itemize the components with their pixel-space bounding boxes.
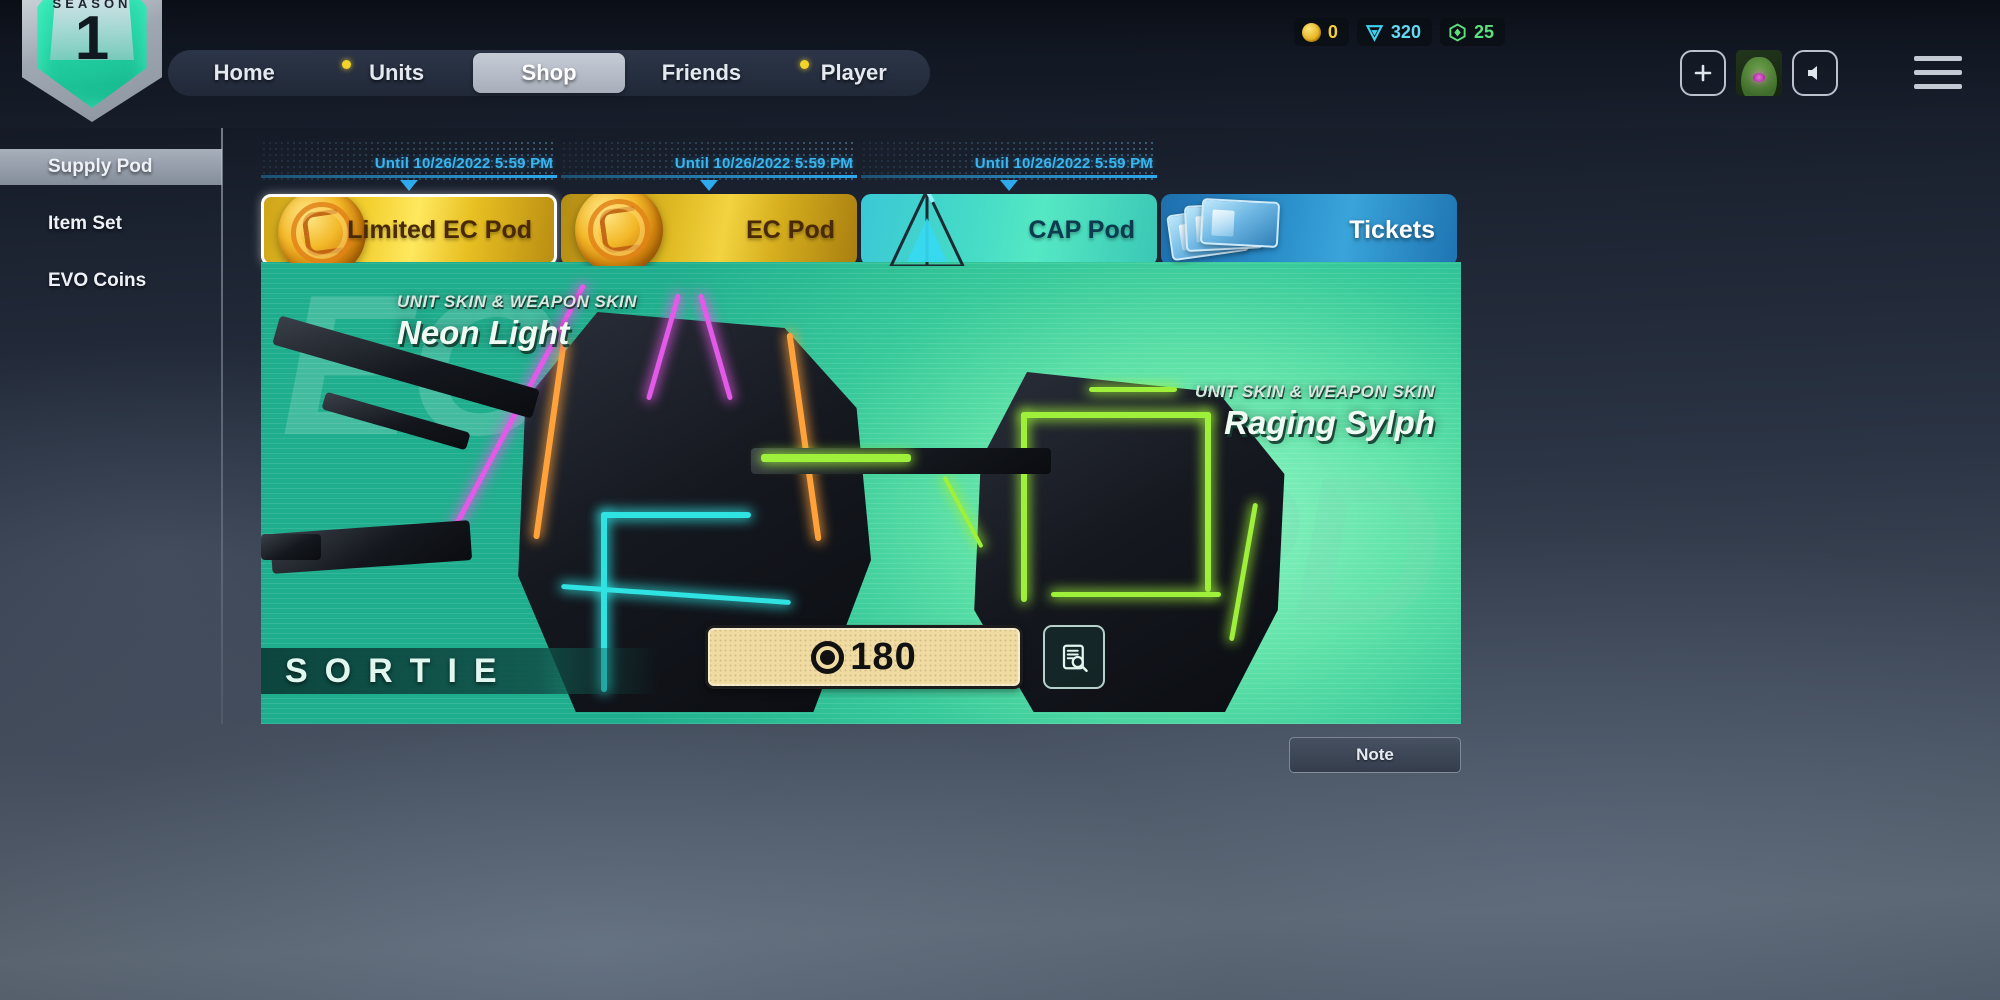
pod-tab-ec-pod[interactable]: EC Pod (561, 194, 857, 266)
pod-tab-tickets[interactable]: Tickets (1161, 194, 1457, 266)
pod-tab-limited-ec-pod[interactable]: Limited EC Pod (261, 194, 557, 266)
nav-label-friends: Friends (661, 60, 742, 85)
pod-tab-column-limited-ec-pod: Until 10/26/2022 5:59 PM Limited EC Pod (261, 140, 557, 266)
add-button[interactable] (1680, 50, 1726, 96)
gatling-barrel (261, 534, 321, 560)
ticket-cards-icon (1166, 197, 1287, 262)
sidebar-label-evo-coins: EVO Coins (48, 270, 147, 291)
menu-icon-bar (1914, 84, 1962, 89)
promo-banner[interactable]: EC PD UNIT SKIN & WEAPON SKIN Neon Light (261, 262, 1461, 724)
nav-label-home: Home (213, 60, 275, 85)
pod-tab-arrow-icon (400, 180, 418, 191)
pod-tab-cap-pod[interactable]: CAP Pod (861, 194, 1157, 266)
pod-tab-column-tickets: Tickets (1161, 140, 1457, 266)
nav-item-player[interactable]: Player (778, 50, 930, 96)
nav-item-friends[interactable]: Friends (625, 50, 777, 96)
nav-item-shop[interactable]: Shop (472, 53, 626, 93)
pod-tab-label-ec-pod: EC Pod (746, 215, 835, 244)
top-actions (1680, 50, 1838, 96)
pod-tab-label-cap-pod: CAP Pod (1028, 215, 1136, 244)
pod-tab-column-cap-pod: Until 10/26/2022 5:59 PM CAP Pod (861, 140, 1157, 266)
main-nav: Home Units Shop Friends Player (168, 50, 930, 96)
mech-glow-line (1051, 592, 1221, 597)
currency-gold-value: 0 (1327, 21, 1338, 42)
pod-tab-header: Until 10/26/2022 5:59 PM (561, 140, 857, 191)
gold-coin-icon (1301, 22, 1321, 42)
nav-item-units[interactable]: Units (320, 50, 472, 96)
pod-tab-arrow-icon (700, 180, 718, 191)
currency-bar: 0 320 25 (1293, 18, 1505, 46)
sortie-banner: SORTIE (261, 648, 659, 694)
ec-token-icon (811, 640, 845, 674)
top-bar: SEASON 1 Home Units Shop Friends Player (0, 0, 2000, 128)
note-button[interactable]: Note (1289, 737, 1461, 773)
shop-screen: SEASON 1 Home Units Shop Friends Player (0, 0, 2000, 1000)
magnify-list-icon (1062, 644, 1088, 672)
skin-label-neon-light: UNIT SKIN & WEAPON SKIN Neon Light (397, 292, 637, 352)
sidebar-label-supply-pod: Supply Pod (48, 156, 153, 177)
pod-tab-label-tickets: Tickets (1349, 215, 1435, 244)
sidebar-item-evo-coins[interactable]: EVO Coins (0, 263, 222, 299)
skin-label-raging-sylph: UNIT SKIN & WEAPON SKIN Raging Sylph (1195, 382, 1435, 442)
nav-item-home[interactable]: Home (168, 50, 320, 96)
notification-dot-icon (799, 60, 809, 69)
sidebar-label-item-set: Item Set (48, 213, 122, 234)
skin-kind-raging-sylph: UNIT SKIN & WEAPON SKIN (1194, 382, 1435, 401)
avatar-eye-icon (1753, 73, 1765, 82)
plus-icon (1694, 64, 1712, 82)
mech-glow-line (1021, 412, 1027, 602)
evo-coin-icon (1448, 22, 1467, 42)
pod-tab-rule (261, 175, 557, 178)
speaker-icon (1808, 66, 1817, 80)
currency-evo-value: 25 (1473, 21, 1494, 42)
purchase-price-button[interactable]: 180 (705, 625, 1023, 689)
cap-prism-icon (863, 194, 991, 266)
sidebar-divider (221, 128, 223, 724)
skin-name-neon-light: Neon Light (397, 314, 570, 351)
season-badge: SEASON 1 (22, 0, 162, 122)
notification-dot-icon (342, 60, 352, 69)
ec-coin-art (561, 194, 691, 266)
nav-label-shop: Shop (521, 60, 577, 85)
pod-tab-bar: Until 10/26/2022 5:59 PM Limited EC Pod … (261, 140, 1461, 266)
skin-kind-neon-light: UNIT SKIN & WEAPON SKIN (397, 292, 638, 311)
visor-glow (1089, 387, 1177, 392)
mech-glow-line (601, 512, 751, 518)
ec-crystal-icon (1365, 23, 1384, 42)
pod-tab-label-limited-ec-pod: Limited EC Pod (347, 215, 532, 244)
mech-glow-line (1021, 412, 1211, 418)
currency-ec-value: 320 (1390, 21, 1421, 42)
sidebar-item-item-set[interactable]: Item Set (0, 206, 222, 242)
pod-tab-date-cap-pod: Until 10/26/2022 5:59 PM (974, 155, 1153, 172)
pod-tab-date-limited-ec-pod: Until 10/26/2022 5:59 PM (374, 155, 553, 172)
menu-icon-bar (1914, 70, 1962, 75)
sidebar-item-supply-pod[interactable]: Supply Pod (0, 149, 222, 185)
detail-button[interactable] (1043, 625, 1105, 689)
currency-ec[interactable]: 320 (1356, 18, 1432, 46)
menu-icon-bar (1914, 56, 1962, 61)
pod-tab-header: Until 10/26/2022 5:59 PM (261, 140, 557, 191)
note-button-label: Note (1356, 745, 1394, 764)
season-number: 1 (74, 4, 110, 73)
shop-sidebar: Supply Pod Item Set EVO Coins (0, 128, 223, 868)
menu-button[interactable] (1914, 56, 1962, 98)
currency-evo[interactable]: 25 (1439, 18, 1505, 46)
skin-name-raging-sylph: Raging Sylph (1224, 404, 1435, 441)
pod-tab-column-ec-pod: Until 10/26/2022 5:59 PM EC Pod (561, 140, 857, 266)
currency-gold[interactable]: 0 (1293, 18, 1349, 46)
pod-tab-header (1161, 140, 1457, 180)
nav-label-units: Units (369, 60, 425, 85)
beam-barrel-glow (761, 454, 911, 462)
pod-tab-arrow-icon (1000, 180, 1018, 191)
pod-tab-rule (561, 175, 857, 178)
sound-button[interactable] (1792, 50, 1838, 96)
nav-label-player: Player (820, 60, 887, 85)
pod-tab-date-ec-pod: Until 10/26/2022 5:59 PM (674, 155, 853, 172)
ec-coin-icon (575, 194, 663, 266)
avatar[interactable] (1736, 50, 1782, 96)
pod-tab-rule (861, 175, 1157, 178)
purchase-price-value: 180 (850, 635, 917, 678)
pod-tab-header: Until 10/26/2022 5:59 PM (861, 140, 1157, 191)
